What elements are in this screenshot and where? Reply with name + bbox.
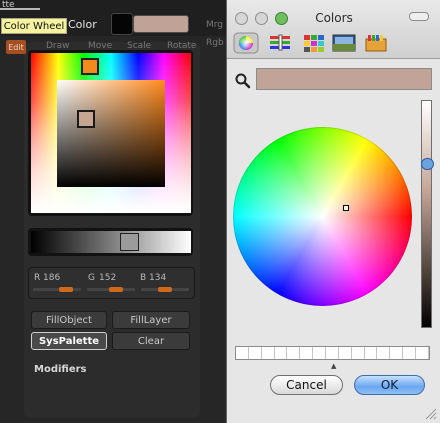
swatch[interactable]: [365, 347, 378, 359]
g-label: G: [88, 273, 95, 283]
b-label: B: [140, 273, 147, 283]
selected-color-field[interactable]: [256, 68, 432, 90]
resize-grip-icon[interactable]: [423, 405, 437, 420]
color-sliders-icon[interactable]: [267, 32, 293, 54]
saturation-handle[interactable]: [77, 110, 95, 128]
swatch[interactable]: [275, 347, 288, 359]
color-palettes-icon[interactable]: [301, 32, 327, 54]
clear-button[interactable]: Clear: [112, 332, 190, 350]
window-title: Colors: [315, 11, 353, 25]
edit-button[interactable]: Edit: [6, 40, 26, 54]
modifiers-label[interactable]: Modifiers: [34, 364, 87, 375]
top-label-fragment: tte: [2, 0, 15, 10]
swatch[interactable]: [262, 347, 275, 359]
cancel-button[interactable]: Cancel: [270, 375, 343, 395]
swatch[interactable]: [236, 347, 249, 359]
brightness-slider[interactable]: [421, 100, 432, 328]
color-wheel[interactable]: [233, 127, 412, 306]
swatch[interactable]: [390, 347, 404, 359]
ok-button[interactable]: OK: [354, 375, 425, 395]
swatch[interactable]: [339, 347, 352, 359]
rgb-label[interactable]: Rgb: [206, 38, 224, 48]
mrg-label: Mrg: [206, 20, 224, 30]
color-label[interactable]: Color: [68, 18, 106, 34]
swatch[interactable]: [287, 347, 301, 359]
b-knob[interactable]: [158, 287, 172, 292]
rgb-sliders: R 186 G 152 B 134: [28, 267, 195, 299]
image-palettes-icon[interactable]: [331, 32, 357, 54]
r-knob[interactable]: [59, 287, 73, 292]
zbrush-panel: tte Draw Move Scale Rotate Mrg Rgb Edit …: [0, 0, 228, 423]
crayons-icon[interactable]: [363, 32, 389, 54]
fill-layer-button[interactable]: FillLayer: [112, 311, 190, 329]
saturation-value-square[interactable]: [57, 80, 165, 187]
brightness-handle[interactable]: [421, 158, 434, 170]
magnifier-icon[interactable]: [234, 72, 252, 90]
color-wheel-tooltip: Color Wheel: [1, 18, 67, 34]
title-bar: Colors: [227, 0, 440, 59]
r-track[interactable]: [33, 288, 81, 291]
swatch[interactable]: [313, 347, 327, 359]
swatch[interactable]: [377, 347, 391, 359]
main-color-swatch[interactable]: [133, 15, 189, 33]
gray-slider-handle[interactable]: [120, 233, 139, 251]
swatch[interactable]: [326, 347, 339, 359]
color-wheel-handle[interactable]: [343, 205, 349, 211]
toolbar-toggle[interactable]: [409, 12, 429, 21]
sys-palette-button[interactable]: SysPalette: [31, 332, 107, 350]
swatch[interactable]: [249, 347, 262, 359]
r-label: R: [34, 273, 41, 283]
swatch[interactable]: [416, 347, 429, 359]
swatch[interactable]: [403, 347, 417, 359]
g-value: 152: [99, 273, 117, 283]
gray-slider[interactable]: [31, 231, 191, 253]
swatch[interactable]: [300, 347, 314, 359]
colors-window: Colors ▲ Cancel OK: [226, 0, 440, 423]
fill-buttons: FillObject FillLayer SysPalette Clear: [28, 308, 193, 356]
hue-handle[interactable]: [81, 58, 99, 75]
swatch-drag-handle[interactable]: ▲: [331, 362, 336, 370]
secondary-color-swatch[interactable]: [111, 13, 133, 35]
color-swatches[interactable]: [235, 346, 430, 360]
fill-object-button[interactable]: FillObject: [31, 311, 107, 329]
swatch[interactable]: [352, 347, 365, 359]
b-value: 134: [149, 273, 167, 283]
color-wheel-icon[interactable]: [233, 32, 259, 54]
r-value: 186: [43, 273, 61, 283]
g-knob[interactable]: [109, 287, 123, 292]
